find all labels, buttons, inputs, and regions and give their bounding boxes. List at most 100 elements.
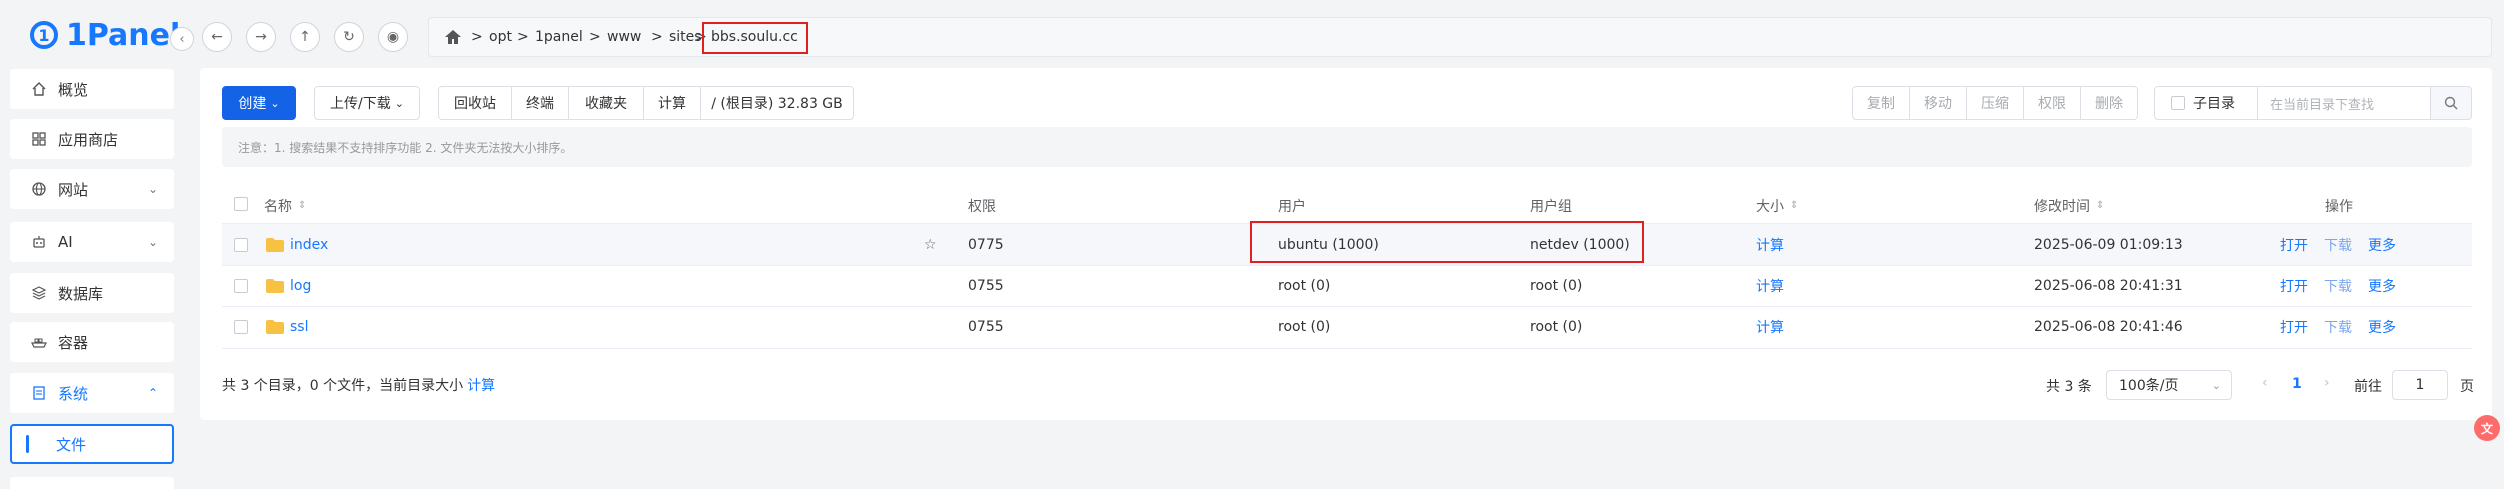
toggle-hidden-button[interactable]: ◉ (378, 22, 408, 52)
sidebar-item-partial[interactable] (10, 477, 174, 489)
favorite-star-icon[interactable]: ☆ (924, 235, 937, 255)
goto-page-value: 1 (2415, 377, 2425, 393)
row-checkbox[interactable] (234, 279, 248, 293)
breadcrumb-item[interactable]: opt (489, 18, 512, 56)
forward-button[interactable]: → (246, 22, 276, 52)
user-value[interactable]: root (0) (1278, 276, 1330, 296)
sort-icon[interactable]: ⇕ (2096, 201, 2104, 211)
open-link[interactable]: 打开 (2280, 317, 2308, 337)
refresh-button[interactable]: ↻ (334, 22, 364, 52)
sidebar-item-label: 系统 (58, 384, 89, 403)
search-input[interactable]: 在当前目录下查找 (2257, 86, 2431, 120)
sidebar-item-website[interactable]: 网站 ⌄ (10, 169, 174, 209)
more-link[interactable]: 更多 (2368, 276, 2396, 296)
sidebar-item-label: 容器 (58, 333, 89, 352)
compress-label: 压缩 (1981, 96, 2009, 112)
sidebar-item-ai[interactable]: AI ⌄ (10, 222, 174, 262)
download-link[interactable]: 下载 (2324, 317, 2352, 337)
more-link[interactable]: 更多 (2368, 317, 2396, 337)
goto-page-input[interactable]: 1 (2392, 370, 2448, 400)
sort-icon[interactable]: ⇕ (298, 201, 306, 211)
column-header-ops: 操作 (2325, 196, 2353, 216)
sidebar-item-system[interactable]: 系统 ⌃ (10, 373, 174, 413)
user-value[interactable]: root (0) (1278, 317, 1330, 337)
translate-icon[interactable]: 文 (2474, 415, 2500, 441)
file-name-link[interactable]: index (290, 235, 328, 255)
recycle-bin-button[interactable]: 回收站 (438, 86, 512, 120)
header-label: 操作 (2325, 199, 2353, 215)
subdir-checkbox[interactable] (2171, 96, 2185, 110)
permission-value[interactable]: 0755 (968, 317, 1004, 337)
path-breadcrumb[interactable]: > opt > 1panel > www > sites > bbs.soulu… (428, 17, 2492, 57)
download-link[interactable]: 下载 (2324, 276, 2352, 296)
disk-usage-label: / (根目录) 32.83 GB (711, 96, 843, 112)
next-page-button[interactable]: › (2324, 375, 2330, 391)
copy-button[interactable]: 复制 (1852, 86, 1910, 120)
file-name-link[interactable]: log (290, 276, 311, 296)
open-link[interactable]: 打开 (2280, 235, 2308, 255)
more-link[interactable]: 更多 (2368, 235, 2396, 255)
prev-page-button[interactable]: ‹ (2262, 375, 2268, 391)
page-number-current[interactable]: 1 (2292, 376, 2302, 392)
calculate-size-link[interactable]: 计算 (1756, 276, 1784, 296)
file-name-link[interactable]: ssl (290, 317, 308, 337)
search-button[interactable] (2430, 86, 2472, 120)
calculate-size-link[interactable]: 计算 (1756, 317, 1784, 337)
permission-button[interactable]: 权限 (2023, 86, 2081, 120)
logo-mark-icon: 1 (30, 21, 58, 49)
sidebar-item-app-store[interactable]: 应用商店 (10, 119, 174, 159)
column-header-size[interactable]: 大小 ⇕ (1756, 196, 1798, 216)
calculate-button[interactable]: 计算 (643, 86, 701, 120)
delete-button[interactable]: 删除 (2080, 86, 2138, 120)
download-link[interactable]: 下载 (2324, 235, 2352, 255)
page-size-select[interactable]: 100条/页 ⌄ (2106, 370, 2232, 400)
sidebar-subitem-files[interactable]: 文件 (10, 424, 174, 464)
column-header-mtime[interactable]: 修改时间 ⇕ (2034, 196, 2104, 216)
compress-button[interactable]: 压缩 (1966, 86, 2024, 120)
header-label: 修改时间 (2034, 199, 2090, 215)
create-button[interactable]: 创建 ⌄ (222, 86, 296, 120)
permission-value[interactable]: 0775 (968, 235, 1004, 255)
subdir-toggle[interactable]: 子目录 (2154, 86, 2258, 120)
sidebar-item-label: 网站 (58, 180, 89, 199)
create-button-label: 创建 (238, 96, 267, 112)
open-link[interactable]: 打开 (2280, 276, 2308, 296)
header-label: 用户组 (1530, 199, 1572, 215)
favorites-button[interactable]: 收藏夹 (568, 86, 644, 120)
upload-download-button[interactable]: 上传/下载 ⌄ (314, 86, 420, 120)
calculate-size-link[interactable]: 计算 (1756, 235, 1784, 255)
breadcrumb-item[interactable]: www (607, 18, 641, 56)
row-checkbox[interactable] (234, 238, 248, 252)
disk-usage-button[interactable]: / (根目录) 32.83 GB (700, 86, 854, 120)
mtime-value: 2025-06-08 20:41:46 (2034, 319, 2183, 335)
sidebar-item-container[interactable]: 容器 (10, 322, 174, 362)
group-value[interactable]: root (0) (1530, 276, 1582, 296)
home-icon[interactable] (443, 27, 463, 47)
column-header-name[interactable]: 名称 ⇕ (264, 196, 306, 216)
sort-icon[interactable]: ⇕ (1790, 201, 1798, 211)
up-button[interactable]: ↑ (290, 22, 320, 52)
permission-value[interactable]: 0755 (968, 276, 1004, 296)
mtime-value: 2025-06-08 20:41:31 (2034, 278, 2183, 294)
breadcrumb-separator: > (651, 29, 663, 45)
upload-download-label: 上传/下载 (330, 96, 391, 112)
row-checkbox[interactable] (234, 320, 248, 334)
logo-text: 1Panel (66, 17, 181, 53)
favorites-label: 收藏夹 (585, 96, 627, 112)
page-unit: 页 (2460, 379, 2474, 395)
folder-icon (266, 279, 284, 293)
breadcrumb-item[interactable]: 1panel (535, 18, 583, 56)
app-logo[interactable]: 1 1Panel (30, 14, 180, 56)
select-all-checkbox[interactable] (234, 197, 248, 211)
calculate-dir-size-link[interactable]: 计算 (467, 375, 495, 395)
terminal-button[interactable]: 终端 (511, 86, 569, 120)
sidebar-item-overview[interactable]: 概览 (10, 69, 174, 109)
back-button[interactable]: ← (202, 22, 232, 52)
sidebar-item-database[interactable]: 数据库 (10, 273, 174, 313)
chevron-down-icon: ⌄ (2211, 378, 2221, 392)
goto-label: 前往 (2354, 379, 2382, 395)
group-value[interactable]: root (0) (1530, 317, 1582, 337)
sidebar-item-label: 数据库 (58, 284, 104, 303)
collapse-sidebar-button[interactable]: ‹ (170, 27, 194, 51)
move-button[interactable]: 移动 (1909, 86, 1967, 120)
